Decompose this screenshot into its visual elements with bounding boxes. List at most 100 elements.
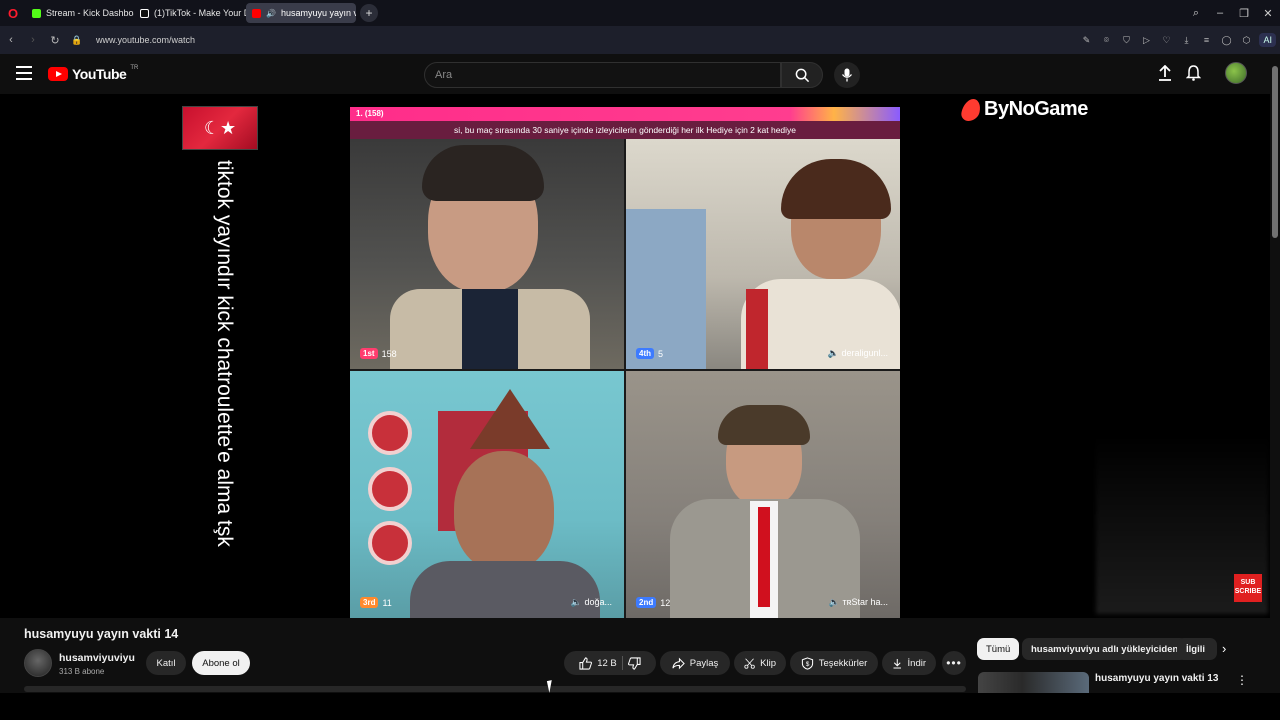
menu-icon[interactable]: ≡ xyxy=(1199,35,1213,45)
subscriber-count: 313 B abone xyxy=(59,667,105,676)
ai-button[interactable]: AI xyxy=(1259,33,1276,47)
search-input[interactable]: Ara xyxy=(424,62,781,88)
download-icon[interactable]: ⤓ xyxy=(1179,35,1193,46)
voice-search-button[interactable] xyxy=(834,62,860,88)
tiktok-favicon-icon xyxy=(140,8,149,18)
hamburger-menu-icon[interactable] xyxy=(16,66,32,80)
mute-icon[interactable]: 🔈 xyxy=(828,348,842,358)
restore-icon[interactable]: ❐ xyxy=(1232,7,1256,20)
join-button[interactable]: Katıl xyxy=(146,651,186,675)
clip-button[interactable]: Klip xyxy=(734,651,786,675)
subscribe-button[interactable]: Abone ol xyxy=(192,651,250,675)
video-player[interactable]: ☾★ tiktok yayındır kick chatroulette'e a… xyxy=(0,94,1270,618)
video-title: husamyuyu yayın vakti 14 xyxy=(24,627,179,641)
profile-icon[interactable]: ◯ xyxy=(1219,35,1233,46)
camera-icon[interactable]: ⌾ xyxy=(1099,35,1113,46)
bottom-strip xyxy=(0,693,1280,720)
youtube-logo[interactable]: YouTube TR xyxy=(48,65,139,82)
forward-icon[interactable]: › xyxy=(22,34,44,46)
battle-header: 1. (158) xyxy=(350,107,900,121)
speaker-icon[interactable]: 🔊 xyxy=(266,9,276,18)
edit-icon[interactable]: ✎ xyxy=(1079,35,1093,46)
extension-icon[interactable]: ⬡ xyxy=(1239,35,1253,46)
upload-icon[interactable] xyxy=(1158,65,1172,81)
kick-favicon-icon xyxy=(32,8,41,18)
turkey-flag-icon: ☾★ xyxy=(182,106,258,150)
chip-related[interactable]: İlgili xyxy=(1177,638,1217,660)
related-video-thumbnail[interactable] xyxy=(978,672,1089,694)
thanks-button[interactable]: $ Teşekkürler xyxy=(790,651,878,675)
back-icon[interactable]: ‹ xyxy=(0,34,22,46)
participant-rank: 2nd 12 xyxy=(636,597,670,608)
mouse-cursor-icon xyxy=(546,679,560,693)
mute-icon[interactable]: 🔈 xyxy=(571,597,585,607)
svg-text:$: $ xyxy=(805,660,809,667)
tab-kick[interactable]: Stream - Kick Dashboard xyxy=(26,3,134,23)
shield-icon[interactable]: ⛉ xyxy=(1119,35,1133,46)
participant-3: 3rd 11 🔈 doğa... xyxy=(350,371,624,618)
notifications-bell-icon[interactable] xyxy=(1186,65,1201,81)
tiktok-battle-panel: 1. (158) si, bu maç sırasında 30 saniye … xyxy=(350,107,900,618)
opera-logo-icon[interactable]: O xyxy=(0,0,26,26)
participant-rank: 4th 5 xyxy=(636,348,663,359)
tab-title: husamyuyu yayın vakt xyxy=(280,8,356,18)
side-caption-text: tiktok yayındır kick chatroulette'e alma… xyxy=(213,160,236,547)
tab-youtube[interactable]: 🔊 husamyuyu yayın vakt xyxy=(246,3,356,23)
participant-name: 🔈 ᴛʀStar ha... xyxy=(828,597,888,607)
play-icon[interactable]: ▷ xyxy=(1139,35,1153,46)
minimize-icon[interactable]: – xyxy=(1208,7,1232,19)
chevron-right-icon[interactable]: › xyxy=(1222,641,1226,656)
more-actions-button[interactable]: ••• xyxy=(942,651,966,675)
tab-title: (1)TikTok - Make Your Day xyxy=(154,8,246,18)
download-icon xyxy=(893,658,902,668)
scissors-icon xyxy=(744,657,755,669)
participant-rank: 3rd 11 xyxy=(360,597,392,608)
participant-4: 2nd 12 🔈 ᴛʀStar ha... xyxy=(626,371,900,618)
dislike-icon[interactable] xyxy=(627,656,641,670)
lock-icon: 🔒 xyxy=(71,34,83,45)
new-tab-button[interactable]: + xyxy=(360,4,378,22)
header-actions xyxy=(1158,62,1247,84)
more-vertical-icon[interactable]: ⋮ xyxy=(1236,673,1248,687)
bynogame-sponsor-logo: ByNoGame xyxy=(959,98,1088,121)
heart-icon[interactable]: ♡ xyxy=(1159,35,1173,46)
close-icon[interactable]: ✕ xyxy=(1256,7,1280,20)
tab-search-icon[interactable]: ⌕ xyxy=(1184,7,1208,20)
share-button[interactable]: Paylaş xyxy=(660,651,730,675)
youtube-play-icon xyxy=(48,67,68,81)
youtube-header: YouTube TR Ara xyxy=(0,54,1270,94)
related-video-title[interactable]: husamyuyu yayın vakti 13 xyxy=(1095,673,1218,684)
like-count[interactable]: 12 B xyxy=(597,658,617,669)
subscribe-watermark[interactable]: SUB SCRIBE xyxy=(1234,574,1262,602)
video-frame: ☾★ tiktok yayındır kick chatroulette'e a… xyxy=(170,94,1268,618)
address-bar: ‹ › ↻ 🔒 www.youtube.com/watch ✎ ⌾ ⛉ ▷ ♡ … xyxy=(0,26,1280,54)
address-bar-tools: ✎ ⌾ ⛉ ▷ ♡ ⤓ ≡ ◯ ⬡ AI xyxy=(1079,26,1276,54)
share-icon xyxy=(672,657,685,669)
page-scrollbar[interactable] xyxy=(1270,54,1280,692)
scrollbar-thumb[interactable] xyxy=(1272,66,1278,238)
url-field[interactable]: www.youtube.com/watch xyxy=(96,35,195,45)
youtube-wordmark: YouTube xyxy=(72,66,127,82)
chip-all[interactable]: Tümü xyxy=(977,638,1020,660)
bynogame-mark-icon xyxy=(959,98,983,121)
chip-from-uploader[interactable]: husamviyuviyu adlı yükleyiciden xyxy=(1022,638,1188,660)
side-caption: tiktok yayındır kick chatroulette'e alma… xyxy=(210,160,240,610)
mute-icon[interactable]: 🔈 xyxy=(829,597,843,607)
search-button[interactable] xyxy=(781,62,823,88)
tab-title: Stream - Kick Dashboard xyxy=(46,8,134,18)
country-code: TR xyxy=(130,65,139,71)
participant-rank: 1st 158 xyxy=(360,348,397,359)
channel-name[interactable]: husamviyuviyu xyxy=(59,652,135,664)
like-icon[interactable] xyxy=(579,656,593,670)
tab-tiktok[interactable]: (1)TikTok - Make Your Day xyxy=(134,3,246,23)
download-button[interactable]: İndir xyxy=(882,651,936,675)
like-dislike-group: 12 B xyxy=(564,651,656,675)
more-horizontal-icon: ••• xyxy=(946,656,962,670)
loading-placeholder-bar xyxy=(24,686,966,692)
participant-1: 1st 158 xyxy=(350,139,624,369)
search-icon xyxy=(795,68,809,82)
browser-tab-bar: O Stream - Kick Dashboard (1)TikTok - Ma… xyxy=(0,0,1280,26)
reload-icon[interactable]: ↻ xyxy=(44,34,66,47)
account-avatar[interactable] xyxy=(1225,62,1247,84)
channel-avatar[interactable] xyxy=(24,649,52,677)
